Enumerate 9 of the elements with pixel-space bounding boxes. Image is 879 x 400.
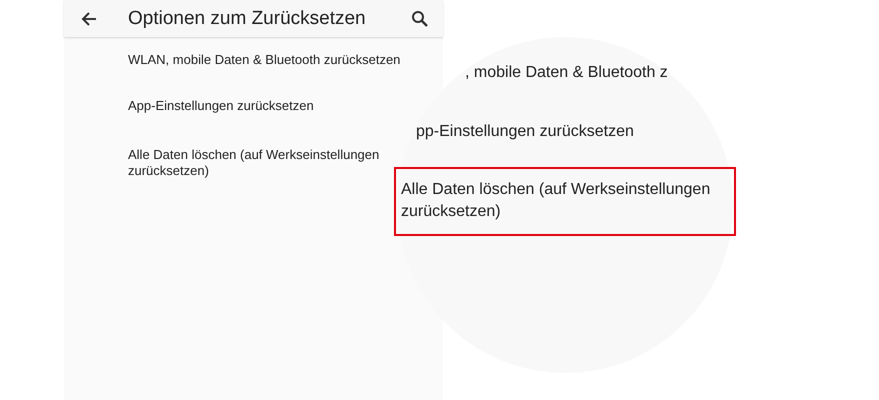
back-icon[interactable] (80, 10, 98, 28)
highlighted-item: Alle Daten löschen (auf Werkseinstellungen zurücksetzen) (394, 167, 736, 236)
menu-item[interactable]: WLAN, mobile Daten & Bluetooth zurücksetzen (128, 52, 400, 68)
search-icon[interactable] (411, 10, 429, 28)
screen-title: Optionen zum Zurücksetzen (128, 8, 367, 30)
magnified-item: pp-Einstellungen zurücksetzen (416, 122, 634, 142)
magnified-item: , mobile Daten & Bluetooth z (465, 63, 668, 83)
menu-item[interactable]: Alle Daten löschen (auf Werkseinstellungen zurücksetzen) (128, 147, 390, 179)
menu-item[interactable]: App-Einstellungen zurücksetzen (128, 98, 314, 114)
